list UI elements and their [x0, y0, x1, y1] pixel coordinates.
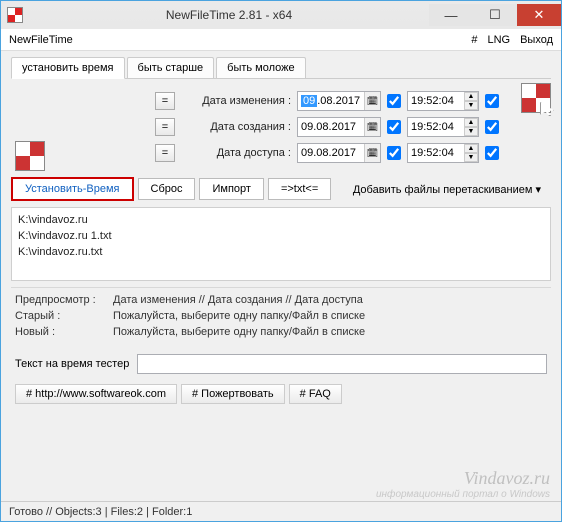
- check-time-created[interactable]: [485, 120, 499, 134]
- link-faq[interactable]: # FAQ: [289, 384, 342, 404]
- menubar: NewFileTime # LNG Выход: [1, 29, 561, 51]
- menu-exit[interactable]: Выход: [520, 34, 553, 46]
- txt-button[interactable]: =>txt<=: [268, 178, 331, 200]
- date-input-accessed[interactable]: 09.08.2017 🗓: [297, 143, 381, 163]
- window-title: NewFileTime 2.81 - x64: [29, 8, 429, 22]
- eq-button-accessed[interactable]: =: [155, 144, 175, 162]
- label-accessed: Дата доступа :: [181, 147, 291, 159]
- preview-header-label: Предпросмотр :: [15, 294, 105, 306]
- time-input-created[interactable]: 19:52:04 ▲▼: [407, 117, 479, 137]
- reset-button[interactable]: Сброс: [138, 178, 196, 200]
- calendar-dropdown-icon[interactable]: 🗓: [364, 92, 380, 110]
- text-tester-label: Текст на время тестер: [15, 358, 129, 370]
- eq-button-modified[interactable]: =: [155, 92, 175, 110]
- text-tester-input[interactable]: [137, 354, 547, 374]
- set-time-button[interactable]: Установить-Время: [11, 177, 134, 201]
- tabs: установить время быть старше быть моложе: [11, 57, 551, 79]
- tab-be-younger[interactable]: быть моложе: [216, 57, 305, 78]
- link-bar: # http://www.softwareok.com # Пожертвова…: [11, 378, 551, 410]
- close-button[interactable]: ✕: [517, 4, 561, 26]
- link-donate[interactable]: # Пожертвовать: [181, 384, 285, 404]
- app-icon: [7, 7, 23, 23]
- list-item[interactable]: K:\vindavoz.ru: [18, 212, 544, 228]
- text-time-tester: Текст на время тестер: [11, 348, 551, 378]
- row-accessed: = Дата доступа : 09.08.2017 🗓 19:52:04 ▲…: [19, 143, 543, 163]
- import-button[interactable]: Импорт: [199, 178, 263, 200]
- tab-be-older[interactable]: быть старше: [127, 57, 215, 78]
- preview-group: Предпросмотр : Дата изменения // Дата со…: [11, 287, 551, 348]
- preview-new-value: Пожалуйста, выберите одну папку/Файл в с…: [113, 326, 365, 338]
- add-files-drag-button[interactable]: Добавить файлы перетаскиванием ▾: [343, 179, 551, 200]
- preview-old-value: Пожалуйста, выберите одну папку/Файл в с…: [113, 310, 365, 322]
- check-date-created[interactable]: [387, 120, 401, 134]
- row-modified: = Дата изменения : 09.08.2017 🗓 19:52:04…: [19, 91, 543, 111]
- check-time-accessed[interactable]: [485, 146, 499, 160]
- menu-hash[interactable]: #: [471, 34, 477, 46]
- link-website[interactable]: # http://www.softwareok.com: [15, 384, 177, 404]
- spinner-icon[interactable]: ▲▼: [464, 144, 478, 162]
- minimize-button[interactable]: —: [429, 4, 473, 26]
- eq-button-created[interactable]: =: [155, 118, 175, 136]
- preview-old-label: Старый :: [15, 310, 105, 322]
- date-input-created[interactable]: 09.08.2017 🗓: [297, 117, 381, 137]
- menu-lng[interactable]: LNG: [487, 34, 510, 46]
- list-item[interactable]: K:\vindavoz.ru 1.txt: [18, 228, 544, 244]
- tab-set-time[interactable]: установить время: [11, 57, 125, 79]
- label-modified: Дата изменения :: [181, 95, 291, 107]
- file-list[interactable]: K:\vindavoz.ru K:\vindavoz.ru 1.txt K:\v…: [11, 207, 551, 281]
- clock-cursor-icon[interactable]: [521, 83, 551, 113]
- row-created: = Дата создания : 09.08.2017 🗓 19:52:04 …: [19, 117, 543, 137]
- action-buttons: Установить-Время Сброс Импорт =>txt<= До…: [11, 173, 551, 207]
- titlebar: NewFileTime 2.81 - x64 — ☐ ✕: [1, 1, 561, 29]
- time-input-accessed[interactable]: 19:52:04 ▲▼: [407, 143, 479, 163]
- list-item[interactable]: K:\vindavoz.ru.txt: [18, 244, 544, 260]
- check-time-modified[interactable]: [485, 94, 499, 108]
- clock-icon[interactable]: [15, 141, 45, 171]
- calendar-dropdown-icon[interactable]: 🗓: [364, 118, 380, 136]
- preview-new-label: Новый :: [15, 326, 105, 338]
- status-text: Готово // Objects:3 | Files:2 | Folder:1: [9, 506, 192, 518]
- menu-app[interactable]: NewFileTime: [9, 34, 73, 46]
- calendar-dropdown-icon[interactable]: 🗓: [364, 144, 380, 162]
- status-bar: Готово // Objects:3 | Files:2 | Folder:1: [1, 501, 561, 521]
- preview-columns: Дата изменения // Дата создания // Дата …: [113, 294, 363, 306]
- check-date-accessed[interactable]: [387, 146, 401, 160]
- chevron-down-icon: ▾: [535, 184, 541, 196]
- check-date-modified[interactable]: [387, 94, 401, 108]
- label-created: Дата создания :: [181, 121, 291, 133]
- spinner-icon[interactable]: ▲▼: [464, 92, 478, 110]
- spinner-icon[interactable]: ▲▼: [464, 118, 478, 136]
- date-input-modified[interactable]: 09.08.2017 🗓: [297, 91, 381, 111]
- maximize-button[interactable]: ☐: [473, 4, 517, 26]
- time-input-modified[interactable]: 19:52:04 ▲▼: [407, 91, 479, 111]
